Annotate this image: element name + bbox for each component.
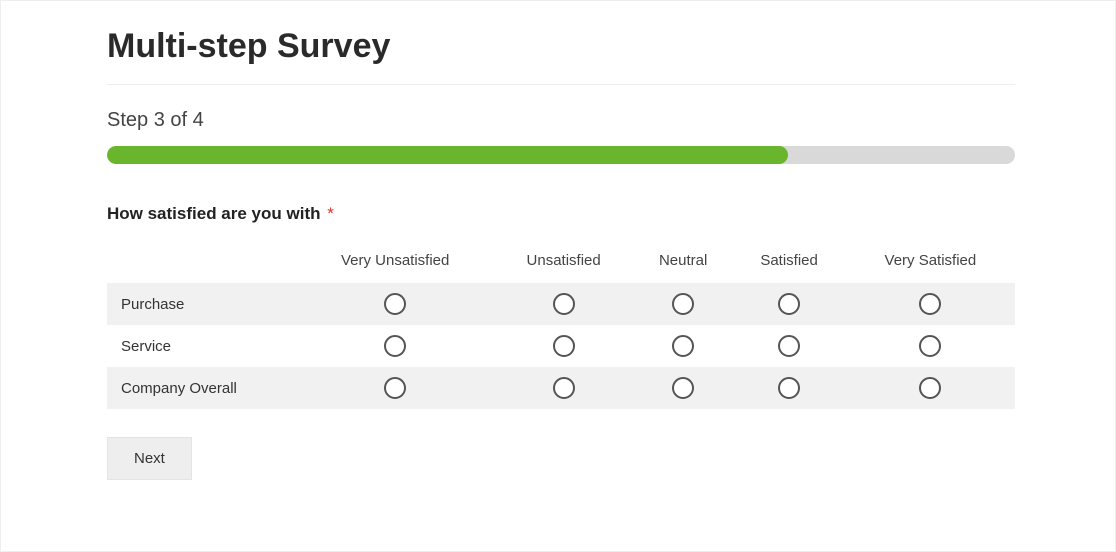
- radio-purchase-unsatisfied[interactable]: [553, 293, 575, 315]
- required-marker: *: [327, 204, 334, 223]
- radio-purchase-very-unsatisfied[interactable]: [384, 293, 406, 315]
- radio-company-very-unsatisfied[interactable]: [384, 377, 406, 399]
- divider: [107, 84, 1015, 85]
- radio-purchase-neutral[interactable]: [672, 293, 694, 315]
- radio-service-satisfied[interactable]: [778, 335, 800, 357]
- col-header-4: Very Satisfied: [846, 242, 1015, 283]
- radio-service-unsatisfied[interactable]: [553, 335, 575, 357]
- radio-purchase-satisfied[interactable]: [778, 293, 800, 315]
- radio-company-satisfied[interactable]: [778, 377, 800, 399]
- col-header-0: Very Unsatisfied: [297, 242, 493, 283]
- table-row: Service: [107, 325, 1015, 367]
- likert-table: Very Unsatisfied Unsatisfied Neutral Sat…: [107, 242, 1015, 409]
- radio-company-neutral[interactable]: [672, 377, 694, 399]
- table-row: Purchase: [107, 283, 1015, 325]
- header-blank: [107, 242, 297, 283]
- radio-service-very-unsatisfied[interactable]: [384, 335, 406, 357]
- question-label: How satisfied are you with *: [107, 204, 1015, 224]
- col-header-2: Neutral: [634, 242, 732, 283]
- row-label-1: Service: [107, 325, 297, 367]
- radio-service-neutral[interactable]: [672, 335, 694, 357]
- header-row: Very Unsatisfied Unsatisfied Neutral Sat…: [107, 242, 1015, 283]
- table-row: Company Overall: [107, 367, 1015, 409]
- step-indicator: Step 3 of 4: [107, 109, 1015, 132]
- survey-page: Multi-step Survey Step 3 of 4 How satisf…: [0, 0, 1116, 552]
- question-text: How satisfied are you with: [107, 204, 321, 223]
- progress-bar: [107, 146, 1015, 164]
- col-header-1: Unsatisfied: [493, 242, 634, 283]
- radio-company-unsatisfied[interactable]: [553, 377, 575, 399]
- radio-company-very-satisfied[interactable]: [919, 377, 941, 399]
- row-label-2: Company Overall: [107, 367, 297, 409]
- row-label-0: Purchase: [107, 283, 297, 325]
- next-button[interactable]: Next: [107, 437, 192, 480]
- radio-service-very-satisfied[interactable]: [919, 335, 941, 357]
- col-header-3: Satisfied: [732, 242, 845, 283]
- radio-purchase-very-satisfied[interactable]: [919, 293, 941, 315]
- page-title: Multi-step Survey: [107, 27, 1015, 66]
- progress-bar-fill: [107, 146, 788, 164]
